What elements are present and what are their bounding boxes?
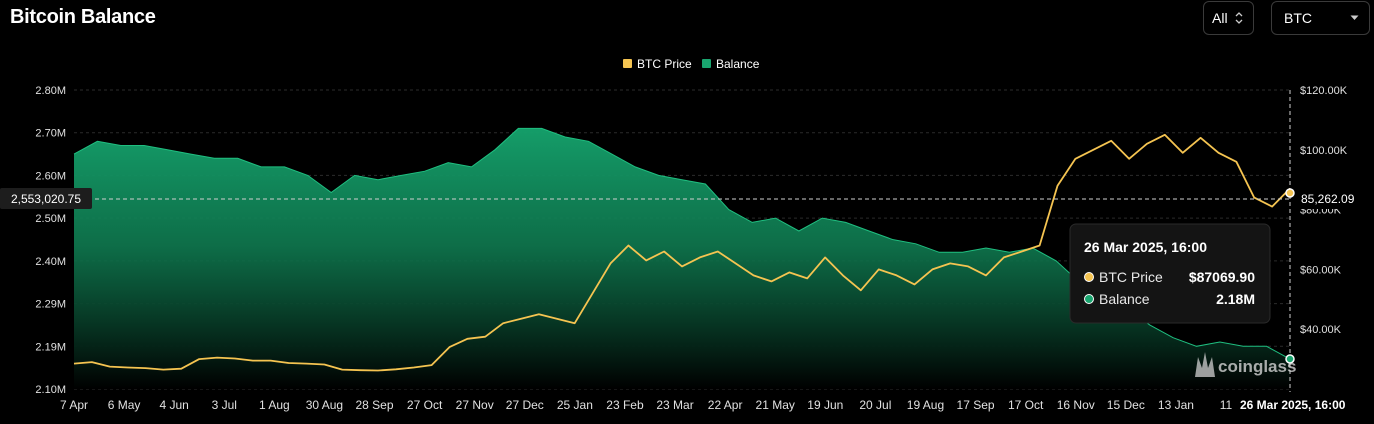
y-left-tick-label: 2.60M [35,170,66,182]
y-right-tick-label: $60.00K [1300,264,1342,276]
y-left-tick-label: 2.10M [35,384,66,396]
tooltip-btc-price-label: BTC Price [1099,269,1163,285]
y-axis-right: $120.00K$100.00K$80.00K$60.00K$40.00K [1300,85,1348,336]
chart-legend: BTC Price Balance [623,57,760,71]
balance-chart: BTC Price Balance 2.80M2.70M2.60M2.50M2.… [0,57,1358,414]
tooltip-btc-price-value: $87069.90 [1189,269,1255,285]
y-left-tick-label: 2.19M [35,341,66,353]
x-tick-label: 27 Oct [407,398,443,412]
watermark-text: coinglass [1218,357,1296,376]
tooltip-balance-dot [1084,294,1094,304]
x-tick-label: 4 Jun [159,398,188,412]
x-tick-label: 27 Dec [506,398,544,412]
tooltip-balance-label: Balance [1099,291,1150,307]
y-right-tick-label: $40.00K [1300,324,1342,336]
x-tick-label: 19 Jun [807,398,843,412]
tooltip-btc-price-dot [1084,272,1094,282]
x-tick-label: 23 Mar [656,398,693,412]
x-tick-label: 23 Feb [606,398,644,412]
legend-swatch-balance [702,59,711,68]
x-tick-label: 22 Apr [708,398,743,412]
x-tick-label: 20 Jul [859,398,891,412]
y-axis-left: 2.80M 2.70M 2.60M 2.50M 2.40M 2.29M 2.19M 2.10M [35,85,66,396]
x-tick-label: 15 Dec [1107,398,1145,412]
y-left-tick-label: 2.50M [35,213,66,225]
btc-price-marker [1285,188,1295,198]
x-tick-label: 28 Sep [355,398,393,412]
x-axis: 7 Apr 6 May 4 Jun 3 Jul 1 Aug 30 Aug 28 Sep 27 … [60,398,1233,412]
x-tick-label: 17 Oct [1008,398,1044,412]
crosshair-right-label: 85,262.09 [1301,192,1355,206]
x-tick-label: 21 May [756,398,795,412]
y-left-tick-label: 2.80M [35,85,66,97]
tooltip: 26 Mar 2025, 16:00 BTC Price $87069.90 B… [1069,223,1271,324]
crosshair-x-label: 26 Mar 2025, 16:00 [1240,398,1346,412]
x-tick-label: 17 Sep [957,398,995,412]
y-right-tick-label: $120.00K [1300,85,1348,97]
x-tick-label: 25 Jan [557,398,593,412]
y-right-tick-label: $100.00K [1300,145,1348,157]
legend-item-balance[interactable]: Balance [702,57,760,71]
tooltip-balance-value: 2.18M [1216,291,1255,307]
crosshair-left-label: 2,553,020.75 [11,192,81,206]
x-tick-label: 7 Apr [60,398,88,412]
x-tick-label: 3 Jul [212,398,237,412]
x-tick-label: 1 Aug [259,398,290,412]
y-left-tick-label: 2.70M [35,128,66,140]
y-left-tick-label: 2.29M [35,299,66,311]
legend-swatch-btc-price [623,59,632,68]
x-tick-label: 16 Nov [1057,398,1095,412]
x-tick-label: 27 Nov [456,398,494,412]
x-tick-label: 11 [1220,398,1233,412]
x-tick-label: 6 May [108,398,141,412]
y-left-tick-label: 2.40M [35,256,66,268]
tooltip-title: 26 Mar 2025, 16:00 [1084,239,1207,255]
legend-label-btc-price: BTC Price [637,57,692,71]
x-tick-label: 19 Aug [907,398,944,412]
x-tick-label: 13 Jan [1158,398,1194,412]
legend-item-btc-price[interactable]: BTC Price [623,57,692,71]
legend-label-balance: Balance [716,57,760,71]
x-tick-label: 30 Aug [306,398,343,412]
